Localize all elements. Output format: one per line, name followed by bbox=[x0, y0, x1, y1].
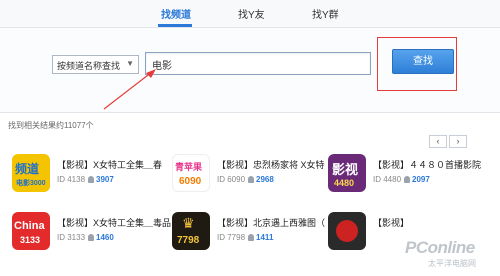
search-input[interactable]: 电影 bbox=[145, 52, 371, 75]
watermark-logo: PConline bbox=[405, 238, 475, 257]
card-meta: ID 3133 1460 bbox=[57, 233, 114, 242]
card-meta: ID 4138 3907 bbox=[57, 175, 114, 184]
user-icon bbox=[248, 176, 255, 183]
channel-id: 4480 bbox=[383, 175, 402, 184]
tab-bar: 找频道 找Y友 找Y群 bbox=[0, 0, 500, 28]
results-summary: 找到相关结果约11077个 bbox=[8, 121, 94, 130]
result-card[interactable]: 影视 4480 【影视】４４８０首播影院 ID 4480 2097 bbox=[328, 154, 488, 202]
prev-page-button[interactable]: ‹ bbox=[429, 135, 447, 148]
user-icon bbox=[404, 176, 411, 183]
channel-thumbnail: 频道 电影3000 bbox=[12, 154, 50, 192]
search-button[interactable]: 查找 bbox=[392, 49, 454, 74]
tab-find-channel[interactable]: 找频道 bbox=[161, 6, 191, 21]
channel-thumbnail: ♛ 7798 bbox=[172, 212, 210, 250]
result-card[interactable]: China 3133 【影视】X女特工全集＿毒品 ID 3133 1460 bbox=[12, 212, 172, 260]
result-card[interactable]: ♛ 7798 【影视】北京遇上西雅图（ ID 7798 1411 bbox=[172, 212, 332, 260]
member-count: 2097 bbox=[412, 175, 430, 184]
card-title: 【影视】X女特工全集＿毒品 bbox=[57, 218, 171, 228]
tab-find-friend[interactable]: 找Y友 bbox=[238, 6, 265, 21]
channel-id: 6090 bbox=[227, 175, 246, 184]
annotation-arrow-icon bbox=[103, 69, 156, 110]
member-count: 2968 bbox=[256, 175, 274, 184]
channel-id: 3133 bbox=[67, 233, 86, 242]
card-meta: ID 7798 1411 bbox=[217, 233, 274, 242]
card-title: 【影视】 bbox=[373, 218, 410, 228]
member-count: 1460 bbox=[96, 233, 114, 242]
card-title: 【影视】忠烈杨家将 X女特 bbox=[217, 160, 325, 170]
user-icon bbox=[248, 234, 255, 241]
channel-thumbnail: 影视 4480 bbox=[328, 154, 366, 192]
card-title: 【影视】北京遇上西雅图（ bbox=[217, 218, 326, 228]
card-meta: ID 4480 2097 bbox=[373, 175, 430, 184]
result-card[interactable]: 青苹果 6090 【影视】忠烈杨家将 X女特 ID 6090 2968 bbox=[172, 154, 332, 202]
member-count: 3907 bbox=[96, 175, 114, 184]
card-meta: ID 6090 2968 bbox=[217, 175, 274, 184]
next-page-button[interactable]: › bbox=[449, 135, 467, 148]
card-title: 【影视】X女特工全集＿春 bbox=[57, 160, 163, 170]
channel-thumbnail: 青苹果 6090 bbox=[172, 154, 210, 192]
channel-id: 7798 bbox=[227, 233, 246, 242]
channel-thumbnail bbox=[328, 212, 366, 250]
member-count: 1411 bbox=[256, 233, 274, 242]
user-icon bbox=[88, 234, 95, 241]
card-title: 【影视】４４８０首播影院 bbox=[373, 160, 482, 170]
channel-thumbnail: China 3133 bbox=[12, 212, 50, 250]
user-icon bbox=[88, 176, 95, 183]
watermark-subtitle: 太平洋电脑网 bbox=[428, 259, 476, 268]
tab-find-group[interactable]: 找Y群 bbox=[312, 6, 339, 21]
channel-id: 4138 bbox=[67, 175, 86, 184]
result-card[interactable]: 频道 电影3000 【影视】X女特工全集＿春 ID 4138 3907 bbox=[12, 154, 172, 202]
active-tab-indicator bbox=[158, 24, 192, 27]
